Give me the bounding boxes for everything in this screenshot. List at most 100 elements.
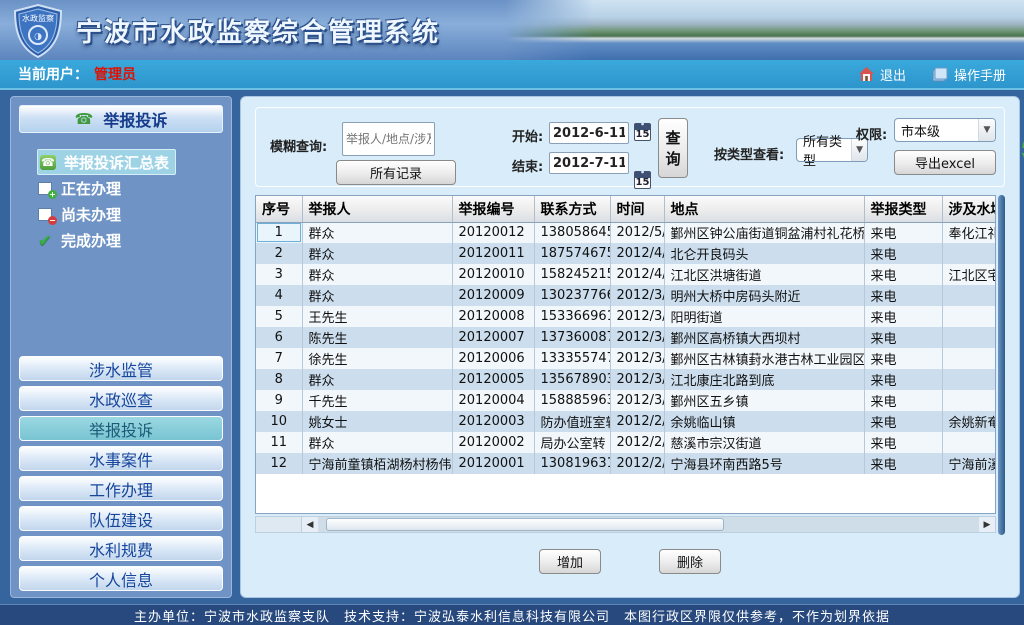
cell-location: 慈溪市宗汉街道 xyxy=(664,432,864,453)
submenu-item-completed[interactable]: ✔ 完成办理 xyxy=(37,227,223,253)
cell-report-type: 来电 xyxy=(864,285,942,306)
cell-report-no: 20120001 xyxy=(452,453,534,474)
all-records-button[interactable]: 所有记录 xyxy=(336,160,456,185)
table-header-row: 序号举报人举报编号联系方式时间地点举报类型涉及水域 xyxy=(256,196,996,222)
vertical-scrollbar[interactable] xyxy=(998,195,1005,535)
permission-dropdown[interactable]: 市本级 ▼ xyxy=(894,118,996,142)
footer-bar: 主办单位：宁波市水政监察支队 技术支持：宁波弘泰水利信息科技有限公司 本图行政区… xyxy=(0,604,1024,625)
col-header-date[interactable]: 时间 xyxy=(610,196,664,222)
sidebar-nav-item-5[interactable]: 队伍建设 xyxy=(19,506,223,531)
cell-report-type: 来电 xyxy=(864,306,942,327)
main-panel: 模糊查询: 所有记录 开始: 15 结束: 15 查询 按类型查看: 所有类型 … xyxy=(240,96,1020,598)
sidebar-nav: 涉水监管水政巡查举报投诉水事案件工作办理队伍建设水利规费个人信息 xyxy=(19,356,223,591)
cell-report-no: 20120006 xyxy=(452,348,534,369)
cell-reporter: 徐先生 xyxy=(302,348,452,369)
cell-location: 北仑开良码头 xyxy=(664,243,864,264)
cell-index: 2 xyxy=(256,243,302,264)
col-header-report-no[interactable]: 举报编号 xyxy=(452,196,534,222)
fuzzy-search-label: 模糊查询: xyxy=(270,136,327,155)
cell-report-no: 20120002 xyxy=(452,432,534,453)
table-row[interactable]: 10姚女士20120003防办值班室转2012/2/23余姚临山镇来电余姚新奄 xyxy=(256,411,996,432)
sidebar-nav-item-6[interactable]: 水利规费 xyxy=(19,536,223,561)
delete-button[interactable]: 删除 xyxy=(659,549,721,574)
horizontal-scrollbar[interactable]: ◀ ▶ xyxy=(255,516,996,533)
query-button[interactable]: 查询 xyxy=(658,118,688,178)
cell-index: 4 xyxy=(256,285,302,306)
logout-button[interactable]: 退出 xyxy=(859,65,906,84)
table-row[interactable]: 6陈先生20120007137360087292012/3/29鄞州区高桥镇大西… xyxy=(256,327,996,348)
sidebar-nav-item-2[interactable]: 举报投诉 xyxy=(19,416,223,441)
table-row[interactable]: 8群众20120005135678903902012/3/26江北康庄北路到底来… xyxy=(256,369,996,390)
table-row[interactable]: 4群众20120009130237766492012/3/29明州大桥中房码头附… xyxy=(256,285,996,306)
end-date-input[interactable] xyxy=(549,152,629,174)
scroll-right-arrow[interactable]: ▶ xyxy=(979,517,995,532)
cell-index: 10 xyxy=(256,411,302,432)
table-row[interactable]: 12宁海前童镇栢湖杨村杨伟林20120001130819631762012/2/… xyxy=(256,453,996,474)
submenu-item-summary-table[interactable]: ☎ 举报投诉汇总表 xyxy=(37,149,176,175)
add-button[interactable]: 增加 xyxy=(539,549,601,574)
col-header-contact[interactable]: 联系方式 xyxy=(534,196,610,222)
cell-report-no: 20120005 xyxy=(452,369,534,390)
col-header-report-type[interactable]: 举报类型 xyxy=(864,196,942,222)
col-header-water-area[interactable]: 涉及水域 xyxy=(942,196,996,222)
cell-reporter: 群众 xyxy=(302,285,452,306)
cell-date: 2012/4/23 xyxy=(610,243,664,264)
cell-date: 2012/5/4 xyxy=(610,222,664,243)
submenu-item-in-progress[interactable]: + 正在办理 xyxy=(37,175,223,201)
scrollbar-corner xyxy=(256,517,302,532)
sidebar-nav-item-4[interactable]: 工作办理 xyxy=(19,476,223,501)
cell-report-no: 20120004 xyxy=(452,390,534,411)
sidebar-nav-item-7[interactable]: 个人信息 xyxy=(19,566,223,591)
scrollbar-thumb[interactable] xyxy=(326,518,724,531)
cell-reporter: 千先生 xyxy=(302,390,452,411)
table-row[interactable]: 11群众20120002局办公室转2012/2/10慈溪市宗汉街道来电 xyxy=(256,432,996,453)
cell-location: 阳明街道 xyxy=(664,306,864,327)
cell-date: 2012/3/29 xyxy=(610,348,664,369)
sidebar-nav-item-1[interactable]: 水政巡查 xyxy=(19,386,223,411)
sidebar-panel-header[interactable]: ☎ 举报投诉 xyxy=(19,105,223,133)
cell-report-type: 来电 xyxy=(864,411,942,432)
cell-date: 2012/3/23 xyxy=(610,390,664,411)
chevron-down-icon: ▼ xyxy=(978,119,995,141)
toolbar: 模糊查询: 所有记录 开始: 15 结束: 15 查询 按类型查看: 所有类型 … xyxy=(255,107,1005,187)
table-row[interactable]: 9千先生20120004158885963252012/3/23鄞州区五乡镇来电 xyxy=(256,390,996,411)
table-row[interactable]: 2群众20120011187574675372012/4/23北仑开良码头来电 xyxy=(256,243,996,264)
cell-report-type: 来电 xyxy=(864,453,942,474)
fuzzy-search-input[interactable] xyxy=(342,122,435,156)
manual-button[interactable]: 操作手册 xyxy=(932,65,1006,84)
col-header-location[interactable]: 地点 xyxy=(664,196,864,222)
table-row[interactable]: 1群众20120012138058645282012/5/4鄞州区钟公庙街道铜盆… xyxy=(256,222,996,243)
cell-reporter: 王先生 xyxy=(302,306,452,327)
table-row[interactable]: 5王先生20120008153366961212012/3/31阳明街道来电 xyxy=(256,306,996,327)
end-calendar-icon[interactable]: 15 xyxy=(634,171,651,189)
cell-index: 6 xyxy=(256,327,302,348)
type-filter-label: 按类型查看: xyxy=(714,144,784,163)
cell-report-no: 20120008 xyxy=(452,306,534,327)
refresh-icon[interactable] xyxy=(1018,128,1024,168)
svg-text:◑: ◑ xyxy=(34,32,42,42)
cell-reporter: 群众 xyxy=(302,369,452,390)
scroll-left-arrow[interactable]: ◀ xyxy=(302,517,318,532)
cell-contact: 13736008729 xyxy=(534,327,610,348)
col-header-index[interactable]: 序号 xyxy=(256,196,302,222)
cell-report-type: 来电 xyxy=(864,432,942,453)
table-plus-icon: + xyxy=(37,181,53,196)
start-calendar-icon[interactable]: 15 xyxy=(634,123,651,141)
table-body: 1群众20120012138058645282012/5/4鄞州区钟公庙街道铜盆… xyxy=(256,222,996,474)
submenu-item-not-handled[interactable]: − 尚未办理 xyxy=(37,201,223,227)
table-row[interactable]: 7徐先生20120006133355747782012/3/29鄞州区古林镇葑水… xyxy=(256,348,996,369)
cell-date: 2012/2/3 xyxy=(610,453,664,474)
scrollbar-track[interactable] xyxy=(318,517,979,532)
permission-label: 权限: xyxy=(856,124,887,143)
start-date-label: 开始: xyxy=(512,126,543,145)
col-header-reporter[interactable]: 举报人 xyxy=(302,196,452,222)
sidebar-nav-item-0[interactable]: 涉水监管 xyxy=(19,356,223,381)
cell-contact: 13335574778 xyxy=(534,348,610,369)
start-date-input[interactable] xyxy=(549,122,629,144)
table-row[interactable]: 3群众20120010158245215972012/4/17江北区洪塘街道来电… xyxy=(256,264,996,285)
export-excel-button[interactable]: 导出excel xyxy=(894,150,996,175)
sidebar-nav-item-3[interactable]: 水事案件 xyxy=(19,446,223,471)
cell-location: 鄞州区钟公庙街道铜盆浦村礼花桥附近 xyxy=(664,222,864,243)
user-bar: 当前用户： 管理员 退出 操作手册 xyxy=(0,60,1024,90)
cell-date: 2012/3/31 xyxy=(610,306,664,327)
